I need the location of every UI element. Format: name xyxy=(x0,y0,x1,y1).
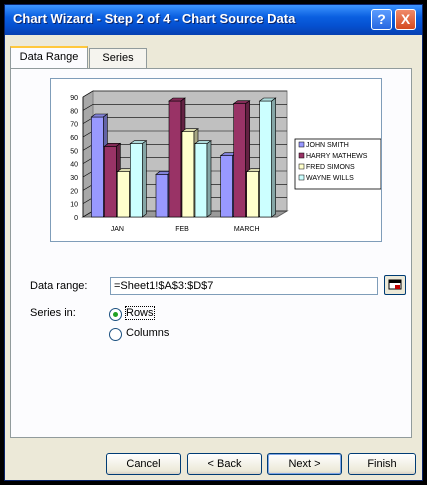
bar-side xyxy=(142,140,147,218)
bar-front xyxy=(155,174,169,218)
finish-button[interactable]: Finish xyxy=(348,453,416,475)
bar-front xyxy=(246,171,259,218)
tab-data-range-label: Data Range xyxy=(19,51,79,63)
bar-front xyxy=(104,146,117,218)
rows-radio-label[interactable]: Rows xyxy=(125,306,155,320)
close-icon: X xyxy=(400,11,411,27)
bar-front xyxy=(91,116,104,218)
bar xyxy=(258,97,277,218)
legend-label: WAYNE WILLS xyxy=(306,175,354,182)
x-tick-label: FEB xyxy=(175,226,189,233)
tab-series[interactable]: Series xyxy=(89,48,147,68)
x-tick-label: MARCH xyxy=(234,226,260,233)
y-tick-label: 20 xyxy=(70,188,78,195)
legend-swatch xyxy=(298,141,305,148)
bar-front xyxy=(194,143,208,218)
legend-label: JOHN SMITH xyxy=(306,142,349,149)
cancel-button[interactable]: Cancel xyxy=(106,453,181,475)
tab-series-label: Series xyxy=(102,52,134,64)
bar-side xyxy=(206,140,212,218)
y-tick-label: 90 xyxy=(70,95,78,102)
series-in-label: Series in: xyxy=(30,307,76,319)
collapse-dialog-button[interactable] xyxy=(384,275,406,295)
bar-front xyxy=(168,100,182,218)
y-tick-label: 30 xyxy=(70,175,78,182)
help-button[interactable]: ? xyxy=(371,9,392,30)
columns-radio[interactable] xyxy=(109,328,122,341)
bar-side xyxy=(271,97,276,218)
y-tick-label: 0 xyxy=(74,215,78,222)
bar-front xyxy=(117,171,130,218)
data-range-label: Data range: xyxy=(30,280,88,292)
help-icon: ? xyxy=(377,11,386,27)
next-button[interactable]: Next > xyxy=(267,453,342,475)
bar xyxy=(194,140,212,218)
bar xyxy=(129,140,148,218)
x-tick-label: JAN xyxy=(111,226,124,233)
close-button[interactable]: X xyxy=(395,9,416,30)
bar-front xyxy=(220,155,233,218)
columns-radio-label[interactable]: Columns xyxy=(126,327,169,339)
y-tick-label: 60 xyxy=(70,135,78,142)
back-button[interactable]: < Back xyxy=(187,453,262,475)
y-tick-label: 10 xyxy=(70,202,78,209)
tab-data-range[interactable]: Data Range xyxy=(10,46,88,68)
radio-selected-dot xyxy=(113,312,118,317)
data-range-input[interactable]: =Sheet1!$A$3:$D$7 xyxy=(110,277,378,295)
rows-radio[interactable] xyxy=(109,308,122,321)
bar-front xyxy=(181,131,195,218)
legend-label: FRED SIMONS xyxy=(306,164,355,171)
bar-front xyxy=(259,100,272,218)
bar-front xyxy=(130,143,143,218)
legend-swatch xyxy=(298,163,305,170)
y-tick-label: 70 xyxy=(70,122,78,129)
legend-swatch xyxy=(298,174,305,181)
collapse-dialog-icon xyxy=(388,279,402,290)
window-title: Chart Wizard - Step 2 of 4 - Chart Sourc… xyxy=(13,11,296,26)
chart-svg: 0 10 20 30 40 50 60 70 80 90 JAN FEB MARCH JOHN SMITH… xyxy=(70,90,381,233)
bar-front xyxy=(233,103,246,218)
chart-preview: 0 10 20 30 40 50 60 70 80 90 JAN FEB MARCH JOHN SMITH… xyxy=(50,78,382,242)
legend-swatch xyxy=(298,152,305,159)
legend-label: HARRY MATHEWS xyxy=(306,153,368,160)
y-tick-label: 80 xyxy=(70,108,78,115)
y-tick-label: 50 xyxy=(70,148,78,155)
title-bar[interactable]: Chart Wizard - Step 2 of 4 - Chart Sourc… xyxy=(5,5,422,35)
y-tick-label: 40 xyxy=(70,162,78,169)
